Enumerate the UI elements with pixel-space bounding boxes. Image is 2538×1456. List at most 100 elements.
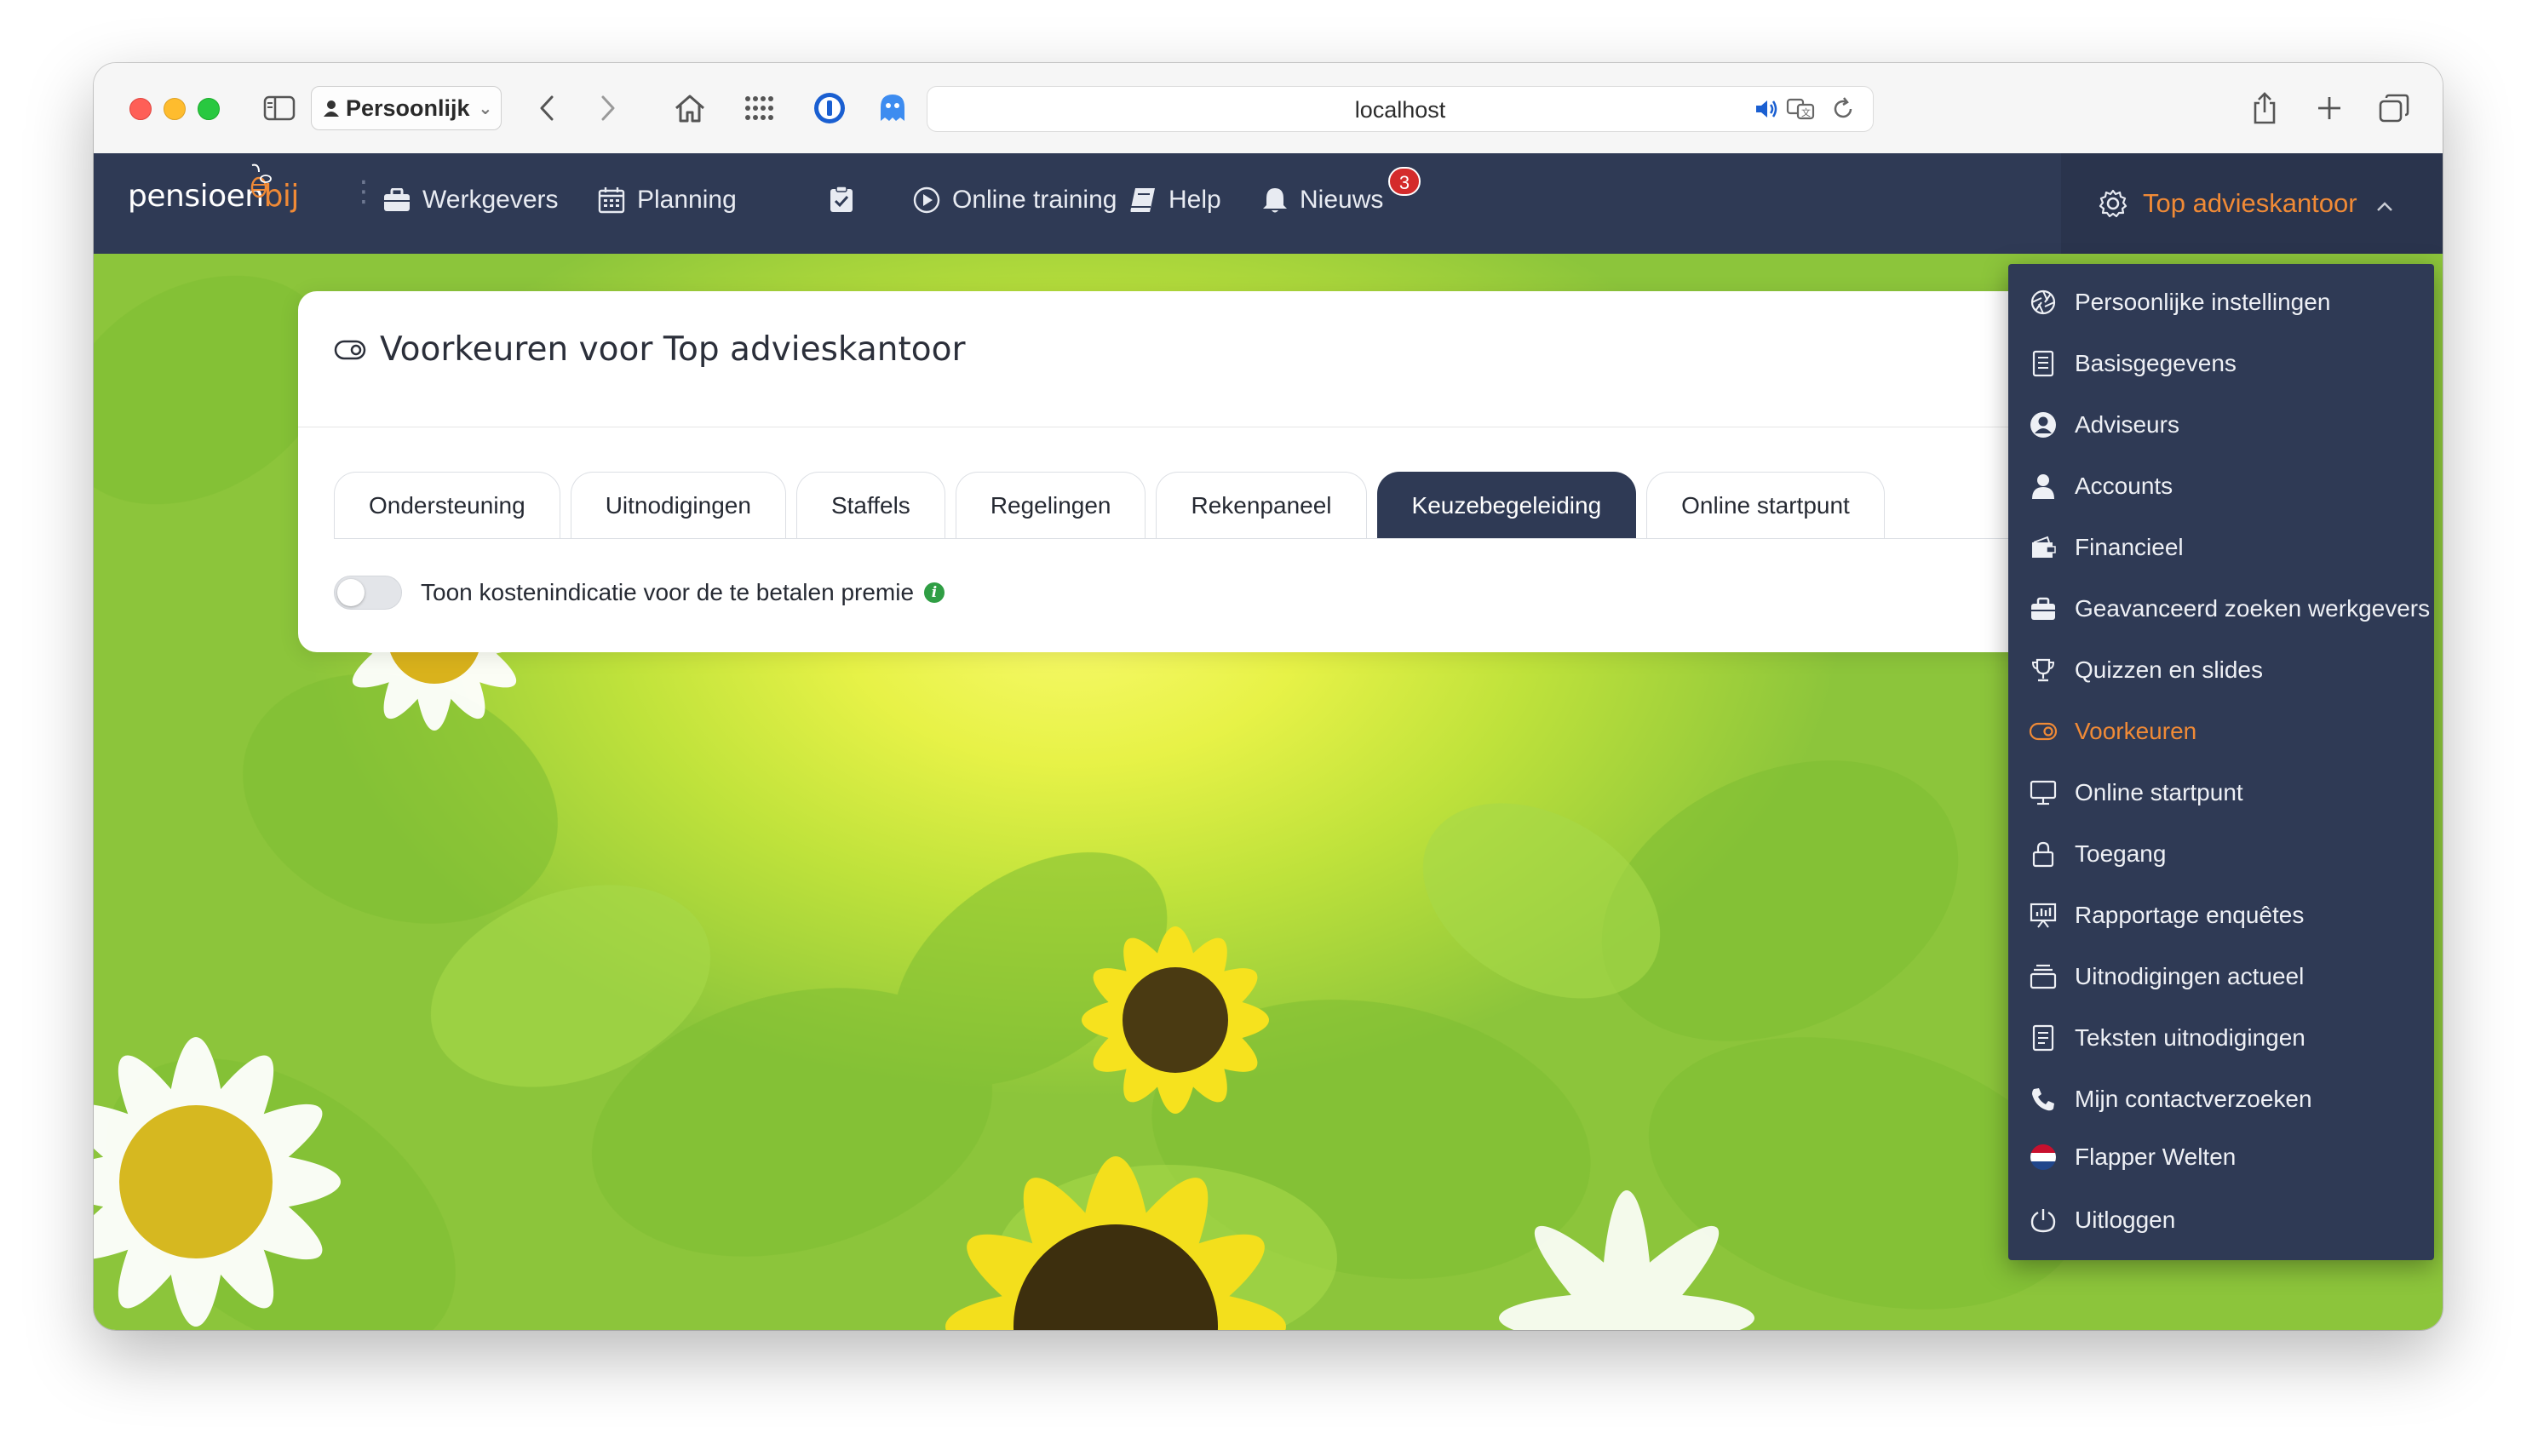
menu-item-uitnodigingen-actueel[interactable]: Uitnodigingen actueel bbox=[2029, 962, 2304, 991]
page-title-text: Voorkeuren voor Top advieskantoor bbox=[380, 330, 966, 369]
menu-item-label: Voorkeuren bbox=[2075, 718, 2197, 744]
minimize-window-button[interactable] bbox=[164, 98, 186, 120]
tab-regelingen[interactable]: Regelingen bbox=[955, 472, 1146, 538]
tab-label: Regelingen bbox=[990, 491, 1111, 519]
password-manager-icon[interactable] bbox=[809, 90, 850, 126]
pensioenbij-logo[interactable]: pensioenbij bbox=[128, 163, 299, 214]
document-list-icon bbox=[2029, 349, 2058, 378]
browser-window: Persoonlijk ⌄ localhost 文 pensioenbij ⋮ … bbox=[94, 63, 2443, 1330]
calendar-icon bbox=[598, 187, 625, 214]
tab-label: Rekenpaneel bbox=[1191, 491, 1332, 519]
lock-icon bbox=[2029, 840, 2058, 868]
sidebar-toggle-icon[interactable] bbox=[261, 90, 298, 126]
info-icon[interactable]: i bbox=[924, 582, 945, 603]
tab-overview-icon[interactable] bbox=[2374, 90, 2414, 126]
briefcase-icon bbox=[384, 188, 410, 211]
back-icon[interactable] bbox=[530, 90, 564, 126]
user-icon bbox=[2029, 472, 2058, 501]
menu-item-online-startpunt[interactable]: Online startpunt bbox=[2029, 778, 2243, 807]
toggle-icon bbox=[2029, 717, 2058, 746]
book-icon bbox=[1128, 188, 1155, 213]
reload-icon[interactable] bbox=[1832, 97, 1854, 125]
menu-item-financieel[interactable]: Financieel bbox=[2029, 533, 2184, 562]
tab-keuzebegeleiding[interactable]: Keuzebegeleiding bbox=[1376, 472, 1637, 538]
nav-werkgevers-label: Werkgevers bbox=[422, 186, 559, 214]
menu-item-accounts[interactable]: Accounts bbox=[2029, 472, 2173, 501]
bee-icon bbox=[250, 163, 272, 198]
page-title: Voorkeuren voor Top advieskantoor bbox=[334, 330, 966, 369]
presentation-chart-icon bbox=[2029, 901, 2058, 930]
svg-text:文: 文 bbox=[1801, 106, 1811, 118]
new-tab-icon[interactable] bbox=[2310, 90, 2349, 126]
cost-indication-toggle[interactable] bbox=[334, 576, 402, 610]
menu-item-label: Accounts bbox=[2075, 473, 2173, 499]
menu-item-uitloggen[interactable]: Uitloggen bbox=[2029, 1206, 2175, 1235]
tab-ondersteuning[interactable]: Ondersteuning bbox=[334, 472, 560, 538]
menu-item-teksten-uitnodigingen[interactable]: Teksten uitnodigingen bbox=[2029, 1023, 2305, 1052]
nav-planning-label: Planning bbox=[637, 186, 737, 214]
menu-item-quizzen[interactable]: Quizzen en slides bbox=[2029, 656, 2263, 685]
gear-icon bbox=[2099, 189, 2127, 218]
ghost-extension-icon[interactable] bbox=[872, 90, 913, 126]
menu-item-label: Basisgegevens bbox=[2075, 350, 2237, 376]
user-circle-icon bbox=[2029, 410, 2058, 439]
menu-item-voorkeuren[interactable]: Voorkeuren bbox=[2029, 717, 2196, 746]
home-icon[interactable] bbox=[669, 90, 710, 126]
forward-icon[interactable] bbox=[591, 90, 625, 126]
menu-item-adviseurs[interactable]: Adviseurs bbox=[2029, 410, 2179, 439]
toggle-icon bbox=[334, 340, 366, 359]
tab-rekenpaneel[interactable]: Rekenpaneel bbox=[1156, 472, 1367, 538]
org-menu-toggle[interactable]: Top advieskantoor bbox=[2061, 153, 2443, 254]
profile-label: Persoonlijk bbox=[346, 95, 470, 121]
profile-switcher[interactable]: Persoonlijk ⌄ bbox=[311, 86, 502, 130]
chevron-down-icon: ⌄ bbox=[478, 99, 493, 118]
tab-label: Staffels bbox=[830, 491, 910, 519]
bell-icon bbox=[1263, 188, 1287, 213]
trophy-icon bbox=[2029, 656, 2058, 685]
nav-online-training-label: Online training bbox=[952, 186, 1117, 214]
tab-label: Online startpunt bbox=[1681, 491, 1850, 519]
menu-item-contactverzoeken[interactable]: Mijn contactverzoeken bbox=[2029, 1085, 2312, 1114]
menu-item-label: Quizzen en slides bbox=[2075, 656, 2264, 683]
menu-item-geavanceerd-zoeken[interactable]: Geavanceerd zoeken werkgevers bbox=[2029, 594, 2430, 623]
menu-item-label: Toegang bbox=[2075, 840, 2167, 867]
tab-staffels[interactable]: Staffels bbox=[795, 472, 945, 538]
menu-item-persoonlijke-instellingen[interactable]: Persoonlijke instellingen bbox=[2029, 288, 2330, 317]
news-count-badge: 3 bbox=[1388, 167, 1421, 196]
cost-indication-setting: Toon kostenindicatie voor de te betalen … bbox=[334, 576, 945, 610]
apps-grid-icon[interactable] bbox=[739, 90, 780, 126]
tab-label: Uitnodigingen bbox=[605, 491, 751, 519]
more-menu-icon[interactable]: ⋮ bbox=[349, 177, 378, 206]
menu-item-rapportage-enquetes[interactable]: Rapportage enquêtes bbox=[2029, 901, 2304, 930]
menu-item-label: Rapportage enquêtes bbox=[2075, 902, 2305, 928]
dutch-flag-icon bbox=[2029, 1143, 2058, 1172]
text-document-icon bbox=[2029, 1023, 2058, 1052]
nav-online-training[interactable]: Online training bbox=[913, 186, 1117, 215]
aperture-icon bbox=[2029, 288, 2058, 317]
nav-tasks[interactable] bbox=[830, 186, 865, 213]
maximize-window-button[interactable] bbox=[198, 98, 220, 120]
close-window-button[interactable] bbox=[129, 98, 152, 120]
menu-item-profile-user[interactable]: Flapper Welten bbox=[2029, 1143, 2236, 1172]
nav-nieuws[interactable]: Nieuws bbox=[1262, 186, 1383, 215]
menu-item-toegang[interactable]: Toegang bbox=[2029, 840, 2166, 868]
speaker-icon[interactable] bbox=[1754, 97, 1779, 125]
nav-werkgevers[interactable]: Werkgevers bbox=[383, 186, 559, 215]
tab-uitnodigingen[interactable]: Uitnodigingen bbox=[570, 472, 786, 538]
nav-help[interactable]: Help bbox=[1128, 186, 1221, 215]
share-icon[interactable] bbox=[2245, 90, 2284, 126]
nav-planning[interactable]: Planning bbox=[598, 186, 737, 215]
url-text: localhost bbox=[1354, 97, 1446, 123]
menu-item-label: Persoonlijke instellingen bbox=[2075, 289, 2331, 315]
address-bar[interactable]: localhost 文 bbox=[927, 86, 1874, 132]
monitor-icon bbox=[2029, 778, 2058, 807]
menu-item-basisgegevens[interactable]: Basisgegevens bbox=[2029, 349, 2237, 378]
translate-icon[interactable]: 文 bbox=[1786, 97, 1815, 125]
org-dropdown-menu: Persoonlijke instellingen Basisgegevens … bbox=[2008, 264, 2434, 1260]
menu-item-label: Uitloggen bbox=[2075, 1207, 2176, 1233]
tab-bar: Ondersteuning Uitnodigingen Staffels Reg… bbox=[334, 472, 1895, 540]
tab-label: Keuzebegeleiding bbox=[1411, 491, 1602, 519]
tab-online-startpunt[interactable]: Online startpunt bbox=[1646, 472, 1885, 538]
menu-item-label: Financieel bbox=[2075, 534, 2184, 560]
nav-help-label: Help bbox=[1169, 186, 1221, 214]
